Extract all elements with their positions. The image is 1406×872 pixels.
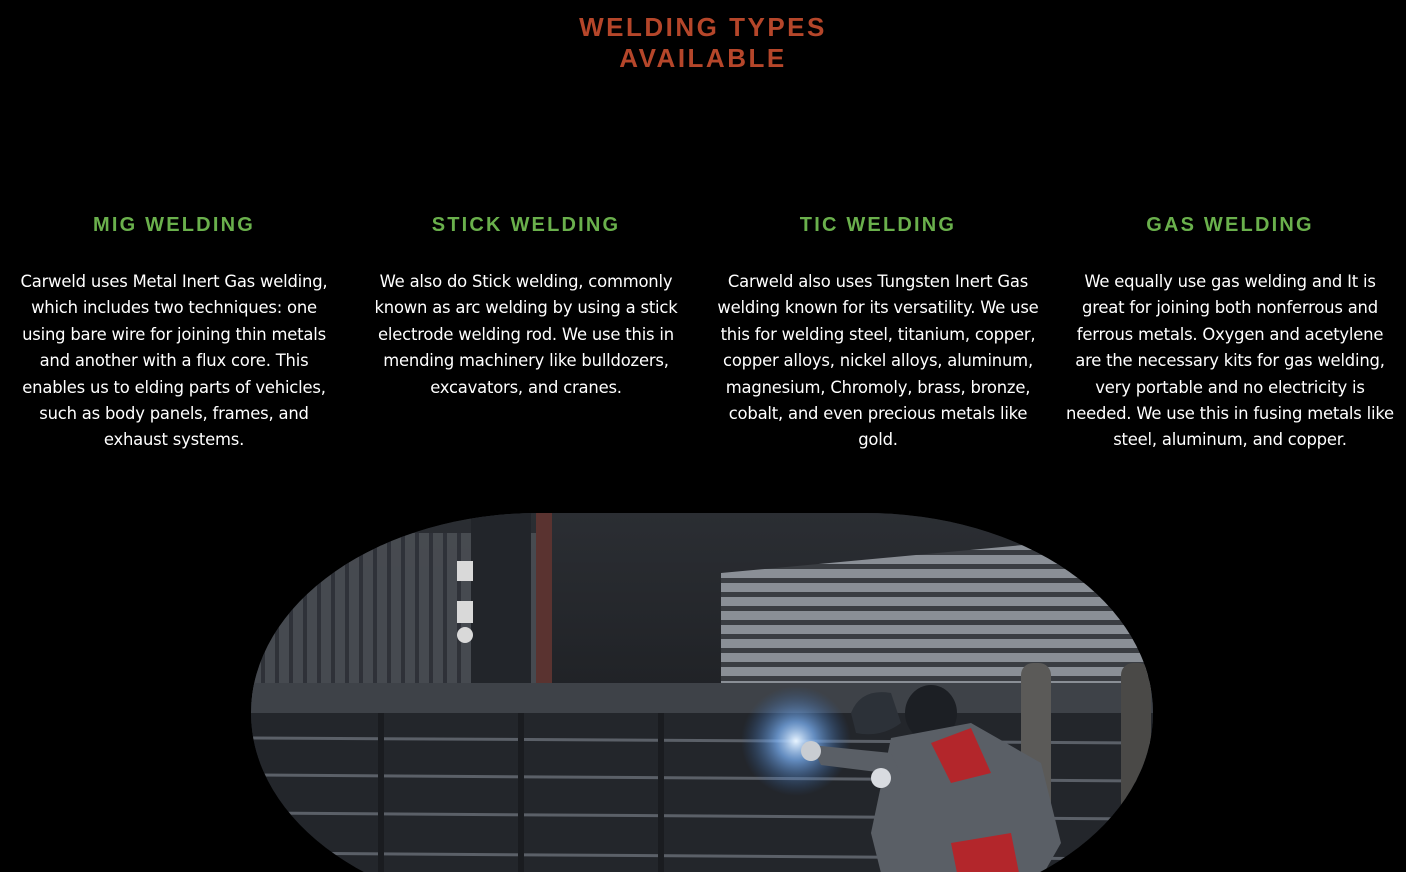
welding-type-card-stick: STICK WELDING We also do Stick welding, … — [356, 210, 696, 401]
section-title: WELDING TYPES AVAILABLE — [0, 12, 1406, 74]
welding-types-grid: MIG WELDING Carweld uses Metal Inert Gas… — [0, 210, 1406, 490]
welding-type-heading: GAS WELDING — [1146, 214, 1314, 236]
welding-type-card-gas: GAS WELDING We equally use gas welding a… — [1060, 210, 1400, 454]
section-title-line-2: AVAILABLE — [619, 43, 787, 73]
welding-type-heading: MIG WELDING — [93, 214, 255, 236]
welding-type-description: We equally use gas welding and It is gre… — [1066, 272, 1394, 450]
welding-type-description: Carweld also uses Tungsten Inert Gas wel… — [717, 272, 1039, 450]
welder-photo — [251, 513, 1153, 872]
welding-type-card-tic: TIC WELDING Carweld also uses Tungsten I… — [708, 210, 1048, 454]
welding-type-heading: TIC WELDING — [799, 214, 957, 236]
welding-type-description: We also do Stick welding, commonly known… — [374, 272, 678, 397]
section-title-line-1: WELDING TYPES — [579, 12, 827, 42]
welding-type-card-mig: MIG WELDING Carweld uses Metal Inert Gas… — [4, 210, 344, 454]
welding-type-description: Carweld uses Metal Inert Gas welding, wh… — [20, 272, 328, 450]
welding-type-heading: STICK WELDING — [431, 214, 621, 236]
